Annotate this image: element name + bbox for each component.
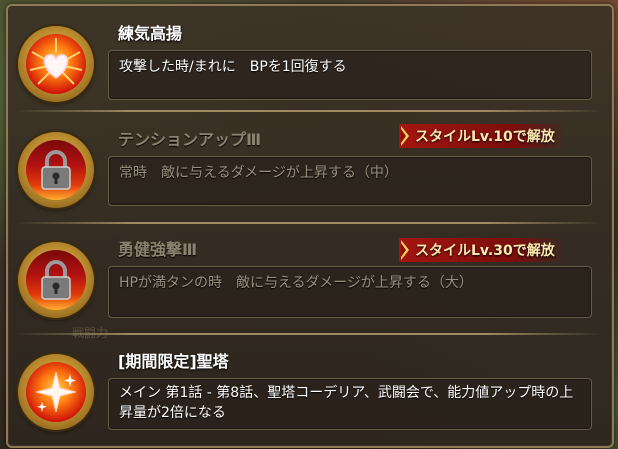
- skill-medal-locked: [18, 242, 94, 318]
- skill-description-box: 攻撃した時/まれに BPを1回復する: [108, 50, 592, 100]
- padlock-icon: [41, 260, 71, 300]
- skill-title: 勇健強撃Ⅲ: [118, 240, 198, 259]
- skill-medal: [18, 354, 94, 430]
- unlock-requirement-label: スタイルLv.10で解放: [415, 129, 555, 145]
- heart-burst-icon: [29, 38, 83, 85]
- skill-description: 常時 敵に与えるダメージが上昇する（中）: [119, 165, 398, 181]
- skill-row-1[interactable]: 練気高揚 攻撃した時/まれに BPを1回復する: [0, 8, 618, 118]
- skill-title: テンションアップⅢ: [118, 130, 262, 149]
- row-divider: [14, 110, 604, 112]
- padlock-icon: [41, 150, 71, 190]
- skill-description-box: メイン 第1話 - 第8話、聖塔コーデリア、武闘会で、能力値アップ時の上昇量が2…: [108, 378, 592, 430]
- unlock-requirement-label: スタイルLv.30で解放: [415, 243, 555, 259]
- skill-row-4[interactable]: [期間限定]聖塔 メイン 第1話 - 第8話、聖塔コーデリア、武闘会で、能力値ア…: [0, 336, 618, 446]
- skill-medal: [18, 26, 94, 102]
- skill-description: HPが満タンの時 敵に与えるダメージが上昇する（大）: [119, 275, 473, 291]
- unlock-requirement-badge: スタイルLv.30で解放: [399, 238, 565, 262]
- skill-description: メイン 第1話 - 第8話、聖塔コーデリア、武闘会で、能力値アップ時の上昇量が2…: [119, 385, 574, 421]
- skill-medal-locked: [18, 132, 94, 208]
- skill-title: [期間限定]聖塔: [118, 352, 229, 371]
- skill-row-3[interactable]: 勇健強撃Ⅲ スタイルLv.30で解放 HPが満タンの時 敵に与えるダメージが上昇…: [0, 224, 618, 334]
- skill-description-box: HPが満タンの時 敵に与えるダメージが上昇する（大）: [108, 266, 592, 318]
- sparkle-icon: [35, 371, 77, 413]
- skill-description-box: 常時 敵に与えるダメージが上昇する（中）: [108, 156, 592, 206]
- skill-row-2[interactable]: テンションアップⅢ スタイルLv.10で解放 常時 敵に与えるダメージが上昇する…: [0, 114, 618, 224]
- unlock-requirement-badge: スタイルLv.10で解放: [399, 124, 565, 148]
- skill-title: 練気高揚: [118, 24, 183, 43]
- row-divider: [14, 333, 604, 335]
- skill-description: 攻撃した時/まれに BPを1回復する: [119, 59, 347, 75]
